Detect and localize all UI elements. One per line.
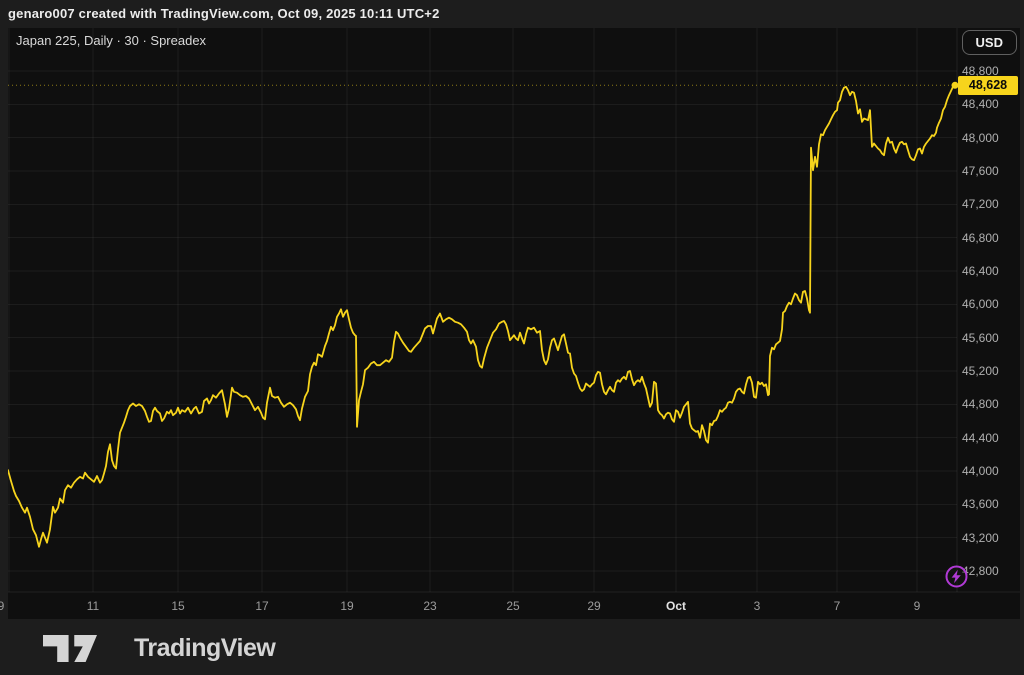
chart-canvas[interactable] — [8, 28, 1020, 619]
time-axis-label: 25 — [506, 599, 519, 613]
time-axis-label: 19 — [340, 599, 353, 613]
time-axis-label: 15 — [171, 599, 184, 613]
price-axis-label: 43,200 — [962, 530, 999, 546]
tradingview-snapshot: { "header": { "watermark": "genaro007 cr… — [0, 0, 1024, 675]
tradingview-logo-text: TradingView — [134, 634, 275, 663]
price-axis-label: 47,600 — [962, 163, 999, 179]
flash-icon[interactable] — [943, 563, 970, 590]
time-axis-label: 17 — [255, 599, 268, 613]
price-axis-label: 43,600 — [962, 496, 999, 512]
price-axis-label: 44,000 — [962, 463, 999, 479]
currency-usd-button[interactable]: USD — [962, 30, 1017, 55]
snapshot-watermark: genaro007 created with TradingView.com, … — [8, 6, 440, 21]
price-axis-label: 46,400 — [962, 263, 999, 279]
price-axis-label: 46,800 — [962, 230, 999, 246]
time-axis-label: 29 — [587, 599, 600, 613]
last-price-badge: 48,628 — [958, 76, 1018, 95]
time-axis-label: 11 — [87, 599, 99, 613]
price-axis-label: 45,600 — [962, 330, 999, 346]
price-axis-label: 48,000 — [962, 130, 999, 146]
time-axis-label: 9 — [0, 599, 4, 613]
price-axis-label: 47,200 — [962, 196, 999, 212]
price-axis-label: 46,000 — [962, 296, 999, 312]
time-axis-label: 3 — [754, 599, 761, 613]
time-axis-label: 7 — [834, 599, 841, 613]
time-axis-label: Oct — [666, 599, 686, 613]
symbol-legend[interactable]: Japan 225, Daily · 30 · Spreadex — [16, 33, 206, 48]
tradingview-logo[interactable]: TradingView — [33, 634, 275, 663]
time-axis-label: 9 — [914, 599, 921, 613]
time-axis-label: 23 — [423, 599, 436, 613]
chart-pane: Japan 225, Daily · 30 · Spreadex USD 48,… — [8, 28, 1020, 619]
price-axis-label: 45,200 — [962, 363, 999, 379]
price-axis-label: 44,400 — [962, 430, 999, 446]
price-axis-label: 48,400 — [962, 96, 999, 112]
price-axis-label: 44,800 — [962, 396, 999, 412]
tradingview-logo-icon — [33, 635, 107, 662]
